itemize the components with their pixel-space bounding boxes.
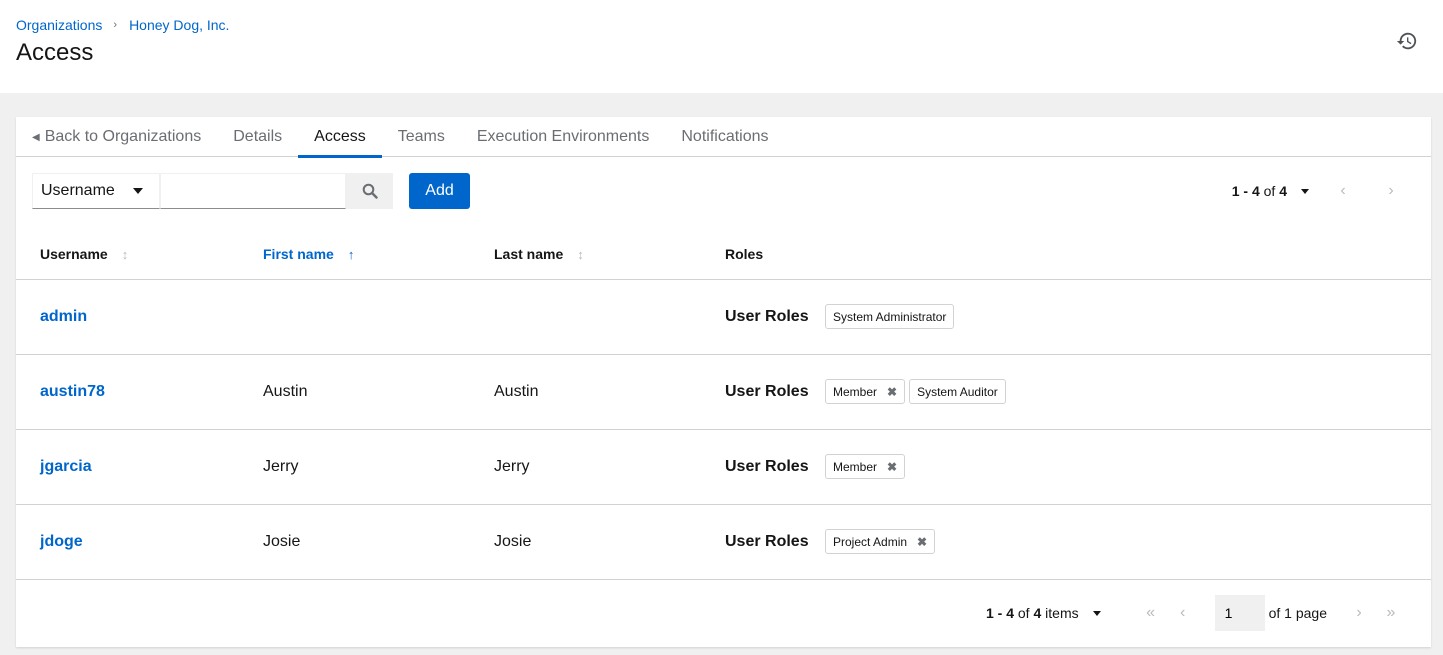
table-row: austin78 Austin Austin User Roles Member… <box>16 354 1431 430</box>
first-name-cell: Austin <box>263 354 494 430</box>
pager-total: 4 <box>1033 605 1042 621</box>
last-page-button[interactable]: » <box>1375 604 1407 622</box>
username-link[interactable]: jdoge <box>40 533 83 550</box>
chevron-left-icon: ‹ <box>1340 182 1346 199</box>
per-page-toggle[interactable]: 1 - 4 of 4 items <box>986 605 1101 621</box>
last-name-cell <box>494 279 725 355</box>
breadcrumb: Organizations › Honey Dog, Inc. <box>16 17 229 33</box>
username-link[interactable]: admin <box>40 308 87 325</box>
tabs: ◀ Back to Organizations Details Access T… <box>16 117 1431 158</box>
role-chip: Project Admin ✖ <box>825 529 936 554</box>
page-header: Organizations › Honey Dog, Inc. Access <box>0 0 1443 93</box>
first-name-cell <box>263 279 494 355</box>
remove-role-icon[interactable]: ✖ <box>887 460 897 474</box>
roles-cell: User Roles Member ✖ System Auditor <box>725 379 1431 404</box>
remove-role-icon[interactable]: ✖ <box>917 535 927 549</box>
double-chevron-left-icon: « <box>1146 604 1156 621</box>
page-number-input[interactable] <box>1214 595 1265 631</box>
table-row: admin User Roles System Administrator <box>16 279 1431 355</box>
filter-select-value: Username <box>41 182 115 199</box>
column-header-username[interactable]: Username ↕ <box>16 229 263 280</box>
tab-notifications[interactable]: Notifications <box>665 117 784 157</box>
column-header-first-name[interactable]: First name ↑ <box>263 229 494 280</box>
tab-label: Execution Environments <box>476 128 650 145</box>
sort-ascending-icon: ↑ <box>347 246 355 262</box>
tab-label: Teams <box>397 128 445 145</box>
pager-of: of <box>1263 183 1276 199</box>
tab-execution-environments[interactable]: Execution Environments <box>461 117 666 157</box>
access-card: ◀ Back to Organizations Details Access T… <box>16 117 1431 647</box>
tab-label: Details <box>233 128 283 145</box>
last-name-cell: Austin <box>494 354 725 430</box>
search-input[interactable] <box>160 173 346 209</box>
first-name-cell: Josie <box>263 504 494 580</box>
next-page-button[interactable]: › <box>1343 604 1375 622</box>
roles-label: User Roles <box>725 382 809 400</box>
tab-access[interactable]: Access <box>298 117 382 158</box>
roles-cell: User Roles Project Admin ✖ <box>725 529 1431 554</box>
username-link[interactable]: austin78 <box>40 383 105 400</box>
first-page-button[interactable]: « <box>1135 604 1167 622</box>
bottom-pagination: 1 - 4 of 4 items « ‹ of 1 page › » <box>16 579 1431 647</box>
search-button[interactable] <box>346 173 393 209</box>
remove-role-icon[interactable]: ✖ <box>887 385 897 399</box>
chevron-left-icon: ‹ <box>1179 604 1186 621</box>
breadcrumb-organizations[interactable]: Organizations <box>16 17 102 33</box>
roles-label: User Roles <box>725 457 809 475</box>
roles-label: User Roles <box>725 532 809 550</box>
access-table: Username ↕ First name ↑ Last name ↕ Roles a… <box>16 229 1431 580</box>
previous-page-button[interactable]: ‹ <box>1319 182 1367 200</box>
tab-label: Back to Organizations <box>44 128 202 145</box>
chevron-right-icon: › <box>1388 182 1394 199</box>
role-chip: Member ✖ <box>825 454 906 479</box>
last-name-cell: Josie <box>494 504 725 580</box>
username-link[interactable]: jgarcia <box>40 458 92 475</box>
roles-cell: User Roles Member ✖ <box>725 454 1431 479</box>
column-header-last-name[interactable]: Last name ↕ <box>494 229 725 280</box>
pager-range: 1 - 4 <box>1231 183 1260 199</box>
history-button[interactable] <box>1396 30 1418 52</box>
last-name-cell: Jerry <box>494 429 725 505</box>
tab-back-to-organizations[interactable]: ◀ Back to Organizations <box>16 117 217 157</box>
caret-down-icon <box>1301 188 1309 194</box>
role-chip: System Administrator <box>825 304 955 329</box>
caret-down-icon <box>1092 610 1101 616</box>
double-chevron-right-icon: » <box>1386 604 1396 621</box>
per-page-toggle[interactable]: 1 - 4 of 4 <box>1232 183 1309 199</box>
top-pagination: 1 - 4 of 4 ‹ › <box>1232 173 1415 209</box>
filter-select[interactable]: Username <box>32 173 160 209</box>
table-row: jdoge Josie Josie User Roles Project Adm… <box>16 504 1431 580</box>
table-row: jgarcia Jerry Jerry User Roles Member ✖ <box>16 429 1431 505</box>
history-icon <box>1396 32 1417 50</box>
tab-teams[interactable]: Teams <box>382 117 461 157</box>
page-count-label: of 1 page <box>1268 605 1327 621</box>
sort-icon: ↕ <box>577 246 584 262</box>
toolbar: Username Add 1 - 4 of 4 ‹ › <box>16 157 1431 237</box>
tab-details[interactable]: Details <box>217 117 298 157</box>
breadcrumb-honey-dog[interactable]: Honey Dog, Inc. <box>129 17 229 33</box>
next-page-button[interactable]: › <box>1367 182 1415 200</box>
page-title: Access <box>16 39 94 66</box>
caret-left-icon: ◀ <box>32 131 40 143</box>
tab-label: Access <box>314 128 366 145</box>
first-name-cell: Jerry <box>263 429 494 505</box>
role-chip: System Auditor <box>909 379 1006 404</box>
table-header-row: Username ↕ First name ↑ Last name ↕ Roles <box>16 229 1431 280</box>
role-chip: Member ✖ <box>825 379 906 404</box>
sort-icon: ↕ <box>121 246 129 262</box>
roles-cell: User Roles System Administrator <box>725 304 1431 329</box>
previous-page-button[interactable]: ‹ <box>1167 604 1199 622</box>
column-header-roles: Roles <box>725 229 1431 280</box>
caret-down-icon <box>133 188 143 194</box>
tab-label: Notifications <box>681 128 769 145</box>
chevron-right-icon: › <box>113 19 118 31</box>
pager-total: 4 <box>1279 183 1287 199</box>
add-button[interactable]: Add <box>409 173 470 209</box>
search-icon <box>362 183 378 199</box>
roles-label: User Roles <box>725 307 809 325</box>
pager-range: 1 - 4 <box>985 605 1014 621</box>
chevron-right-icon: › <box>1356 604 1362 621</box>
